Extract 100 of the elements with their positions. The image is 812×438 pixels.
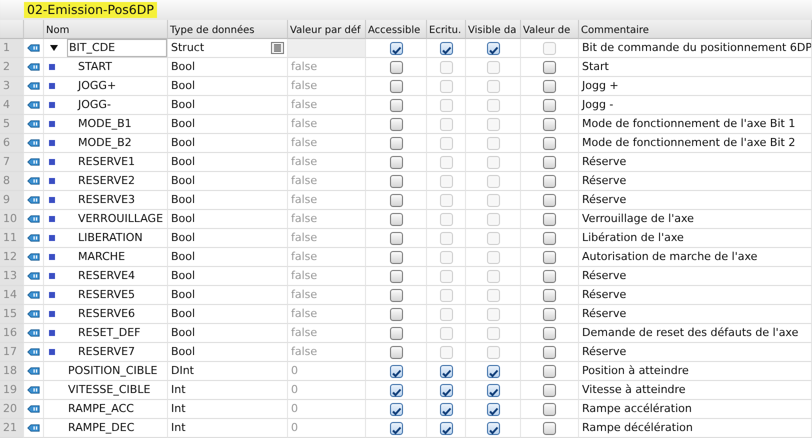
checkbox[interactable] xyxy=(543,270,556,282)
checkbox[interactable] xyxy=(543,288,556,302)
interface-icon xyxy=(27,347,40,357)
checkbox[interactable] xyxy=(440,364,452,378)
variable-name[interactable]: BIT_CDE xyxy=(67,39,167,57)
row-number: 15 xyxy=(0,305,24,324)
checkbox[interactable] xyxy=(440,384,452,396)
checkbox[interactable] xyxy=(390,80,402,92)
variable-name[interactable]: LIBERATION xyxy=(76,229,167,247)
default-value: false xyxy=(291,192,318,208)
checkbox[interactable] xyxy=(486,364,500,378)
variable-name[interactable]: JOGG- xyxy=(76,96,167,114)
data-type: Struct xyxy=(171,40,204,56)
comment-header[interactable]: Commentaire xyxy=(579,20,812,39)
checkbox[interactable] xyxy=(390,60,402,74)
accessible-header[interactable]: Accessible xyxy=(366,20,427,39)
checkbox[interactable] xyxy=(543,364,556,378)
setpoint-header[interactable]: Valeur de xyxy=(521,20,579,39)
list-icon[interactable] xyxy=(271,42,284,54)
variable-name[interactable]: RESERVE5 xyxy=(76,286,167,304)
checkbox[interactable] xyxy=(390,308,402,320)
checkbox[interactable] xyxy=(390,212,402,226)
row-number: 9 xyxy=(0,191,24,210)
data-type: Int xyxy=(171,382,186,398)
checkbox[interactable] xyxy=(390,384,402,396)
row-number: 10 xyxy=(0,210,24,229)
checkbox[interactable] xyxy=(390,136,402,150)
checkbox[interactable] xyxy=(543,118,556,130)
checkbox[interactable] xyxy=(543,174,556,188)
variable-name[interactable]: VERROUILLAGE xyxy=(76,210,167,228)
name-header[interactable]: Nom xyxy=(44,20,168,39)
checkbox[interactable] xyxy=(440,42,452,54)
variable-name[interactable]: MARCHE xyxy=(76,248,167,266)
checkbox[interactable] xyxy=(543,384,556,396)
variable-name[interactable]: VITESSE_CIBLE xyxy=(66,381,167,399)
checkbox[interactable] xyxy=(543,212,556,226)
checkbox[interactable] xyxy=(390,402,402,416)
checkbox[interactable] xyxy=(486,402,500,416)
data-type: Bool xyxy=(171,268,196,284)
checkbox[interactable] xyxy=(543,402,556,416)
variable-name[interactable]: RESERVE3 xyxy=(76,191,167,209)
checkbox[interactable] xyxy=(390,98,402,112)
expand-icon[interactable] xyxy=(49,44,59,52)
variable-name[interactable]: RESERVE4 xyxy=(76,267,167,285)
checkbox[interactable] xyxy=(390,232,402,244)
checkbox[interactable] xyxy=(543,98,556,112)
variable-name[interactable]: MODE_B1 xyxy=(76,115,167,133)
variable-name[interactable]: MODE_B2 xyxy=(76,134,167,152)
variable-name[interactable]: RESERVE6 xyxy=(76,305,167,323)
checkbox[interactable] xyxy=(543,346,556,358)
variable-name[interactable]: RESERVE2 xyxy=(76,172,167,190)
checkbox[interactable] xyxy=(390,288,402,302)
writable-header[interactable]: Ecritu. xyxy=(427,20,466,39)
default-value: false xyxy=(291,154,318,170)
checkbox[interactable] xyxy=(486,384,500,396)
variable-name[interactable]: POSITION_CIBLE xyxy=(66,362,167,380)
row-number: 12 xyxy=(0,248,24,267)
checkbox[interactable] xyxy=(543,422,556,434)
interface-icon xyxy=(27,176,40,186)
default-header[interactable]: Valeur par déf xyxy=(288,20,366,39)
checkbox[interactable] xyxy=(390,364,402,378)
variable-name[interactable]: RESERVE7 xyxy=(76,343,167,361)
checkbox[interactable] xyxy=(390,346,402,358)
checkbox[interactable] xyxy=(440,402,452,416)
checkbox[interactable] xyxy=(390,42,402,54)
type-header[interactable]: Type de données xyxy=(168,20,288,39)
visible-header[interactable]: Visible da xyxy=(466,20,521,39)
checkbox[interactable] xyxy=(486,422,500,434)
checkbox[interactable] xyxy=(543,194,556,206)
variable-name[interactable]: RESET_DEF xyxy=(76,324,167,342)
variable-name[interactable]: RESERVE1 xyxy=(76,153,167,171)
checkbox[interactable] xyxy=(543,60,556,74)
checkbox[interactable] xyxy=(390,194,402,206)
checkbox[interactable] xyxy=(543,326,556,340)
variable-name[interactable]: RAMPE_ACC xyxy=(66,400,167,418)
checkbox[interactable] xyxy=(543,156,556,168)
checkbox[interactable] xyxy=(440,422,452,434)
checkbox[interactable] xyxy=(390,174,402,188)
interface-icon xyxy=(27,43,40,53)
default-value: false xyxy=(291,306,318,322)
checkbox[interactable] xyxy=(543,80,556,92)
checkbox[interactable] xyxy=(390,326,402,340)
data-type: Bool xyxy=(171,192,196,208)
checkbox[interactable] xyxy=(543,136,556,150)
data-type: Bool xyxy=(171,78,196,94)
checkbox[interactable] xyxy=(543,250,556,264)
variable-name[interactable]: RAMPE_DEC xyxy=(66,419,167,437)
member-icon xyxy=(49,121,55,127)
default-value: false xyxy=(291,344,318,360)
checkbox[interactable] xyxy=(486,42,500,54)
checkbox[interactable] xyxy=(390,156,402,168)
checkbox[interactable] xyxy=(390,270,402,282)
checkbox[interactable] xyxy=(543,232,556,244)
checkbox[interactable] xyxy=(390,422,402,434)
variable-name[interactable]: JOGG+ xyxy=(76,77,167,95)
checkbox[interactable] xyxy=(543,308,556,320)
checkbox[interactable] xyxy=(390,118,402,130)
variable-name[interactable]: START xyxy=(76,58,167,76)
checkbox[interactable] xyxy=(390,250,402,264)
data-type: Int xyxy=(171,400,186,417)
